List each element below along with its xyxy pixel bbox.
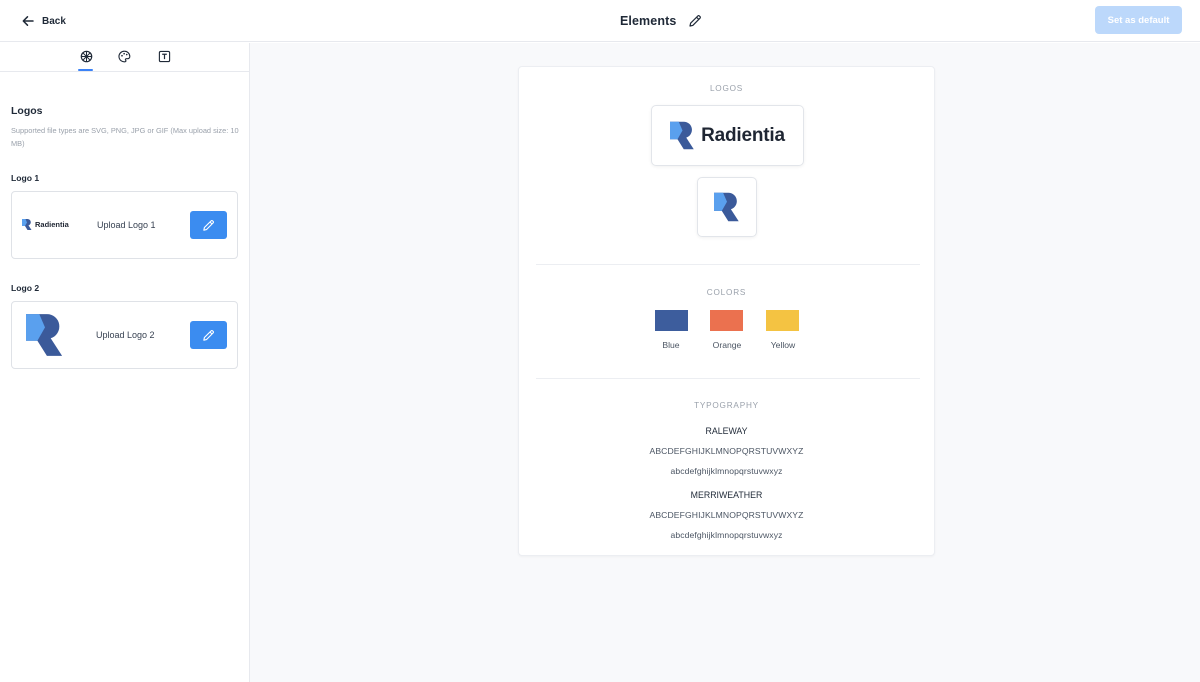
color-label-orange: Orange — [712, 340, 742, 350]
palette-icon — [117, 50, 130, 62]
section-divider — [536, 264, 920, 265]
color-swatch-blue — [655, 310, 688, 331]
pencil-icon — [203, 329, 215, 341]
colors-section-title: COLORS — [706, 288, 747, 297]
logo-2-thumbnail — [26, 313, 64, 357]
typography-icon — [158, 50, 170, 62]
pencil-icon — [203, 219, 215, 231]
logos-heading: Logos — [11, 105, 43, 117]
brand-preview-card: LOGOS Radientia COLORS Blue Orange Yello… — [518, 66, 935, 556]
secondary-logo-preview — [697, 177, 757, 237]
radientia-mark-icon — [22, 219, 32, 230]
title-group: Elements — [620, 11, 702, 31]
logo-1-label: Logo 1 — [11, 173, 40, 183]
file-types-hint: Supported file types are SVG, PNG, JPG o… — [11, 126, 239, 148]
sidebar-tabs — [0, 43, 249, 72]
tab-colors[interactable] — [117, 49, 131, 63]
top-bar: Back Elements Set as default — [0, 0, 1200, 42]
back-label: Back — [42, 15, 66, 27]
active-tab-indicator — [78, 69, 93, 71]
font-sample-uppercase: ABCDEFGHIJKLMNOPQRSTUVWXYZ — [649, 510, 804, 520]
edit-logo-2-button[interactable] — [190, 321, 227, 349]
logo-1-card: Radientia Upload Logo 1 — [11, 191, 238, 259]
primary-logo-preview: Radientia — [651, 105, 804, 166]
set-as-default-button[interactable]: Set as default — [1095, 6, 1182, 34]
section-divider — [536, 378, 920, 379]
upload-logo-1-text: Upload Logo 1 — [97, 220, 156, 230]
logo-1-wordmark: Radientia — [35, 220, 69, 229]
sidebar: Logos Supported file types are SVG, PNG,… — [0, 43, 250, 682]
font-sample-uppercase: ABCDEFGHIJKLMNOPQRSTUVWXYZ — [649, 446, 804, 456]
tab-typography[interactable] — [157, 49, 171, 63]
edit-logo-1-button[interactable] — [190, 211, 227, 239]
logo-1-thumbnail: Radientia — [22, 219, 69, 230]
edit-title-icon[interactable] — [688, 14, 702, 28]
color-swatch-orange — [710, 310, 743, 331]
radientia-mark-icon — [26, 314, 63, 356]
color-swatch-yellow — [766, 310, 799, 331]
logo-2-label: Logo 2 — [11, 283, 40, 293]
font-name-merriweather: MERRIWEATHER — [690, 490, 763, 500]
radientia-wordmark: Radientia — [701, 124, 785, 146]
page-title: Elements — [620, 14, 677, 28]
logo-2-card: Upload Logo 2 — [11, 301, 238, 369]
color-label-yellow: Yellow — [770, 340, 796, 350]
arrow-left-icon — [22, 16, 34, 26]
upload-logo-2-text: Upload Logo 2 — [96, 330, 155, 340]
font-sample-lowercase: abcdefghijklmnopqrstuvwxyz — [670, 466, 783, 476]
typography-section-title: TYPOGRAPHY — [694, 401, 759, 410]
font-name-raleway: RALEWAY — [705, 426, 748, 436]
preview-canvas: LOGOS Radientia COLORS Blue Orange Yello… — [250, 43, 1200, 682]
radientia-mark-icon — [670, 121, 694, 150]
radientia-mark-icon — [714, 192, 739, 222]
tab-elements[interactable] — [79, 49, 93, 63]
color-label-blue: Blue — [662, 340, 680, 350]
back-button[interactable]: Back — [22, 12, 66, 30]
elements-icon — [80, 50, 92, 62]
font-sample-lowercase: abcdefghijklmnopqrstuvwxyz — [670, 530, 783, 540]
logos-section-title: LOGOS — [709, 84, 744, 93]
